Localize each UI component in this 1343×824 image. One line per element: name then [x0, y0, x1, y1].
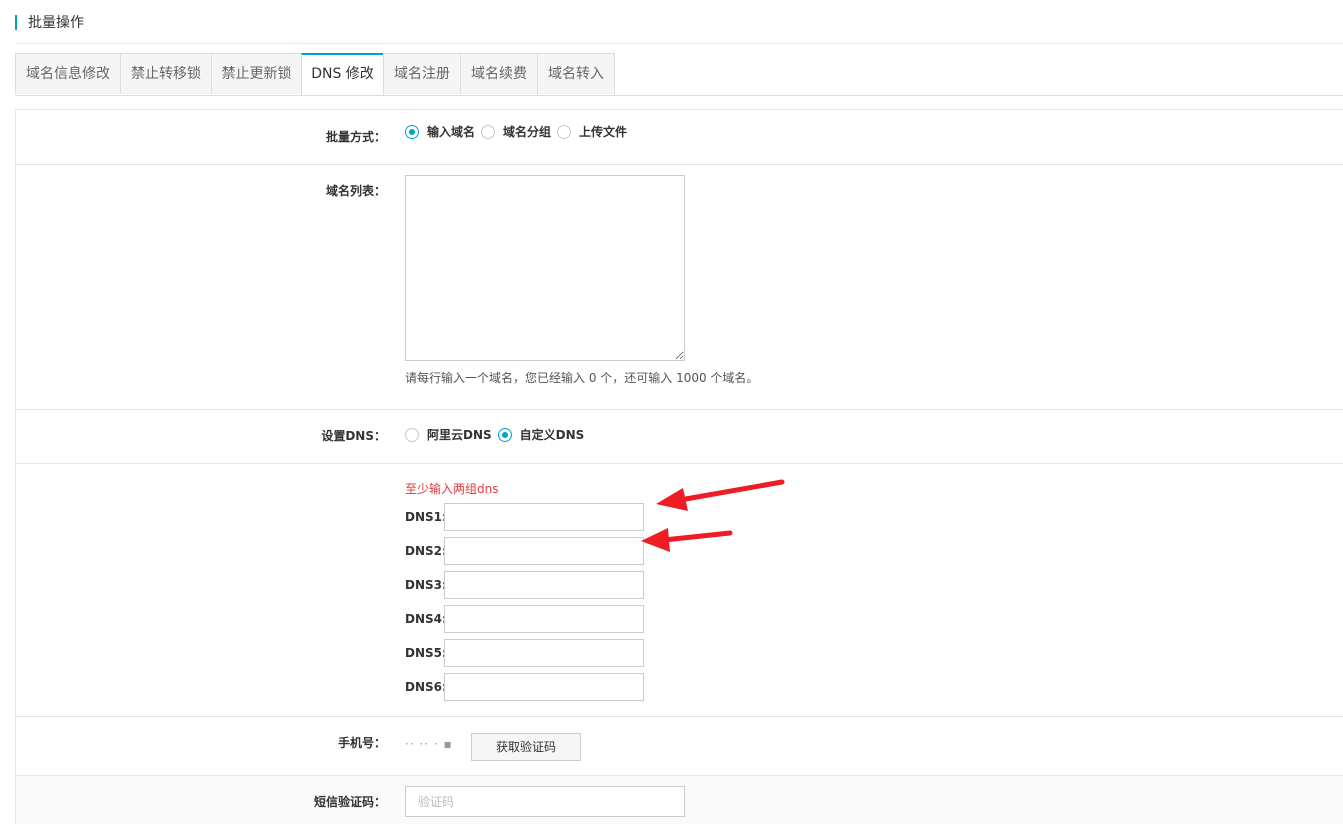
radio-custom-dns-label: 自定义DNS [519, 428, 585, 442]
radio-checked-icon[interactable] [497, 427, 512, 442]
radio-unchecked-icon[interactable] [557, 124, 572, 139]
sms-code-label: 短信验证码： [313, 795, 386, 809]
radio-aliyun-dns[interactable]: 阿里云DNS [405, 426, 492, 443]
page-title: 批量操作 [28, 15, 84, 31]
radio-unchecked-icon[interactable] [481, 124, 496, 139]
tab-transfer-lock[interactable]: 禁止转移锁 [120, 53, 212, 94]
dns1-line: DNS1: [405, 503, 644, 531]
custom-dns-row: 至少输入两组dns DNS1: DNS2: DNS3: DNS4: DNS5: … [16, 464, 1343, 717]
dns5-input[interactable] [444, 639, 644, 667]
tab-domain-transfer-in[interactable]: 域名转入 [537, 53, 615, 94]
dns4-label: DNS4: [405, 612, 447, 626]
phone-value-masked: ·· ·· · ▪ [405, 737, 453, 751]
tab-domain-info[interactable]: 域名信息修改 [15, 53, 121, 94]
tab-domain-renew[interactable]: 域名续费 [460, 53, 538, 94]
dns5-line: DNS5: [405, 639, 644, 667]
radio-input-domain[interactable]: 输入域名 [405, 123, 475, 140]
domain-list-textarea[interactable] [405, 175, 685, 361]
domain-list-label: 域名列表： [325, 184, 386, 198]
radio-input-domain-label: 输入域名 [427, 125, 476, 139]
dns1-input[interactable] [444, 503, 644, 531]
dns3-input[interactable] [444, 571, 644, 599]
sms-code-row: 短信验证码： [16, 776, 1343, 824]
dns4-line: DNS4: [405, 605, 644, 633]
batch-mode-label: 批量方式： [325, 130, 386, 144]
domain-list-row: 域名列表： 请每行输入一个域名，您已经输入 0 个，还可输入 1000 个域名。 [16, 165, 1343, 410]
dns-error-message: 至少输入两组dns [405, 482, 499, 496]
batch-form: 批量方式： 输入域名 域名分组 上传文件 域名列表： 请每行输入一个域名，您已经… [15, 109, 1343, 824]
dns6-label: DNS6: [405, 680, 447, 694]
phone-row: 手机号： ·· ·· · ▪ 获取验证码 [16, 717, 1343, 776]
dns-setting-label: 设置DNS： [321, 429, 386, 443]
radio-upload-file[interactable]: 上传文件 [557, 123, 627, 140]
dns-setting-row: 设置DNS： 阿里云DNS 自定义DNS [16, 410, 1343, 464]
dns2-label: DNS2: [405, 544, 447, 558]
get-code-button[interactable]: 获取验证码 [471, 733, 581, 761]
dns3-label: DNS3: [405, 578, 447, 592]
dns3-line: DNS3: [405, 571, 644, 599]
radio-unchecked-icon[interactable] [405, 427, 419, 442]
sms-code-input[interactable] [405, 786, 685, 817]
phone-label: 手机号： [337, 736, 386, 750]
tab-domain-register[interactable]: 域名注册 [383, 53, 461, 94]
dns6-line: DNS6: [405, 673, 644, 701]
tab-update-lock[interactable]: 禁止更新锁 [211, 53, 302, 94]
dns2-line: DNS2: [405, 537, 644, 565]
dns4-input[interactable] [444, 605, 644, 633]
domain-list-hint: 请每行输入一个域名，您已经输入 0 个，还可输入 1000 个域名。 [405, 371, 759, 385]
radio-domain-group[interactable]: 域名分组 [481, 123, 551, 140]
radio-domain-group-label: 域名分组 [503, 125, 552, 139]
dns2-input[interactable] [444, 537, 644, 565]
dns6-input[interactable] [444, 673, 644, 701]
dns5-label: DNS5: [405, 646, 447, 660]
batch-mode-radio-group: 输入域名 域名分组 上传文件 [405, 123, 633, 140]
batch-mode-row: 批量方式： 输入域名 域名分组 上传文件 [16, 110, 1343, 165]
tab-dns-modify[interactable]: DNS 修改 [301, 53, 384, 95]
radio-checked-icon[interactable] [405, 124, 419, 139]
radio-aliyun-dns-label: 阿里云DNS [427, 428, 492, 442]
dns-setting-radio-group: 阿里云DNS 自定义DNS [405, 426, 590, 443]
tab-bar: 域名信息修改 禁止转移锁 禁止更新锁 DNS 修改 域名注册 域名续费 域名转入 [15, 53, 1343, 96]
page-header: 批量操作 [15, 0, 1343, 44]
dns1-label: DNS1: [405, 510, 447, 524]
radio-upload-file-label: 上传文件 [579, 125, 628, 139]
radio-custom-dns[interactable]: 自定义DNS [497, 426, 585, 443]
header-accent-bar [15, 15, 17, 30]
